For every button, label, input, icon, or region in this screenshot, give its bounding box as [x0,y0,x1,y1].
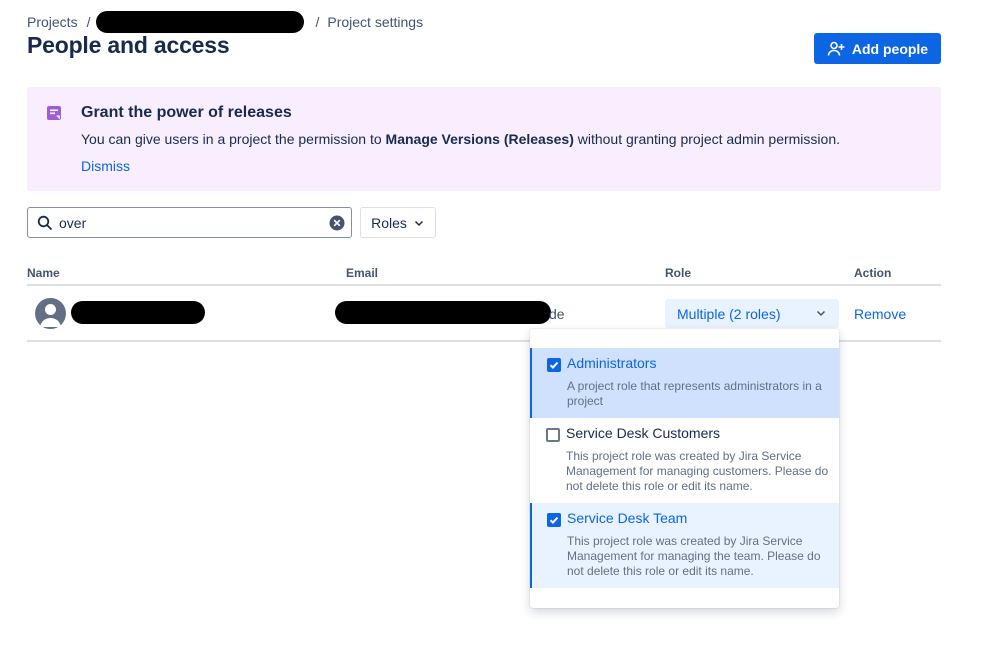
column-header-name: Name [27,266,60,280]
role-option-title: Service Desk Team [567,510,688,526]
banner-text: You can give users in a project the perm… [81,131,840,147]
add-people-button[interactable]: Add people [814,33,941,64]
clear-icon[interactable] [329,215,345,231]
banner-text-end: without granting project admin permissio… [573,131,840,147]
default-avatar-icon [40,304,61,327]
breadcrumb-current[interactable]: Project settings [327,14,423,30]
role-option-administrators[interactable]: Administrators A project role that repre… [530,348,839,418]
breadcrumb-separator: / [86,14,91,30]
redacted-user-name [71,301,205,324]
checkbox-checked[interactable] [547,513,561,527]
table-header-divider [27,284,941,286]
role-option-description: This project role was created by Jira Se… [567,534,821,578]
role-option-description: A project role that represents administr… [567,379,822,408]
avatar [35,298,66,329]
remove-link[interactable]: Remove [854,306,906,322]
add-person-icon [827,41,845,56]
banner-title: Grant the power of releases [81,104,292,121]
breadcrumb-separator: / [315,14,320,30]
column-header-action: Action [854,266,892,280]
role-dropdown-menu: Administrators A project role that repre… [530,329,839,608]
roles-filter-label: Roles [371,214,407,231]
release-note-icon [47,106,61,120]
role-select[interactable]: Multiple (2 roles) [665,299,839,328]
redacted-user-email [335,301,551,324]
search-box[interactable] [27,207,352,238]
column-header-role: Role [665,266,692,280]
redacted-project-name[interactable] [96,11,305,33]
check-icon [549,516,559,525]
role-option-title: Administrators [567,355,657,371]
chevron-down-icon [414,220,423,226]
role-option-service-desk-team[interactable]: Service Desk Team This project role was … [530,503,839,588]
role-select-value: Multiple (2 roles) [677,305,781,322]
breadcrumb: Projects / / Project settings [27,11,423,33]
add-people-label: Add people [851,40,929,57]
search-input[interactable] [59,208,329,237]
dismiss-link[interactable]: Dismiss [81,158,130,174]
role-option-description: This project role was created by Jira Se… [566,449,829,493]
search-icon [37,215,53,230]
role-option-title: Service Desk Customers [566,425,721,441]
page-title: People and access [27,32,230,58]
chevron-down-icon [816,310,826,317]
email-suffix: de [549,306,565,322]
checkbox-checked[interactable] [547,358,561,372]
checkbox-unchecked[interactable] [546,428,560,442]
column-header-email: Email [346,266,379,280]
banner-text-bold: Manage Versions (Releases) [385,131,574,147]
breadcrumb-projects[interactable]: Projects [27,14,78,30]
role-option-service-desk-customers[interactable]: Service Desk Customers This project role… [530,418,839,503]
check-icon [549,361,559,370]
roles-filter-button[interactable]: Roles [360,207,436,238]
banner-text-start: You can give users in a project the perm… [81,131,386,147]
release-permission-banner: Grant the power of releases You can give… [27,87,941,191]
